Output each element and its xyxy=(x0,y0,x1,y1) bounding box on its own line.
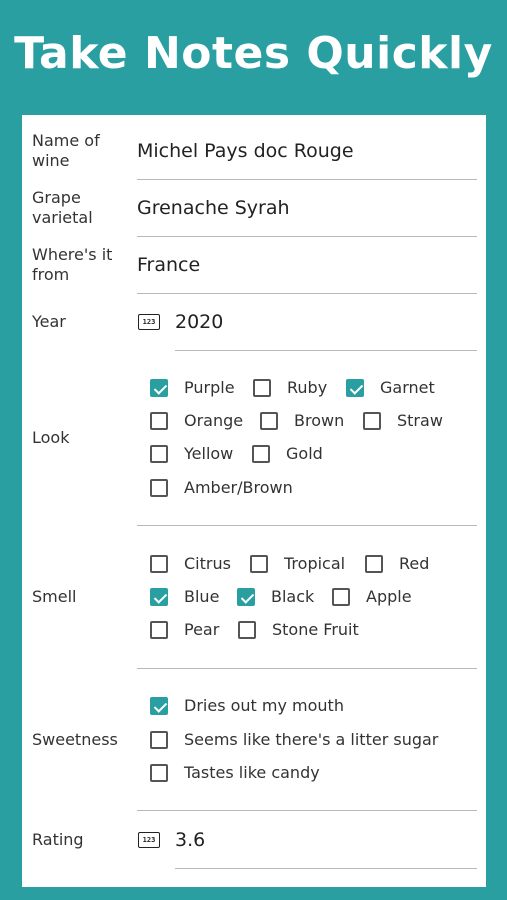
look-divider xyxy=(137,525,477,526)
sweetness-dries-checkbox[interactable] xyxy=(150,697,168,715)
smell-tropical-label: Tropical xyxy=(284,554,346,573)
year-underline xyxy=(175,350,477,351)
look-straw-checkbox[interactable] xyxy=(363,412,381,430)
look-ruby-checkbox[interactable] xyxy=(253,379,271,397)
look-purple-label: Purple xyxy=(184,378,235,397)
smell-red-label: Red xyxy=(399,554,430,573)
sweetness-sugar-label: Seems like there's a litter sugar xyxy=(184,730,439,749)
rating-underline xyxy=(175,868,477,869)
look-gold-checkbox[interactable] xyxy=(252,445,270,463)
look-ruby-label: Ruby xyxy=(287,378,328,397)
origin-underline xyxy=(137,293,477,294)
sweetness-sugar-checkbox[interactable] xyxy=(150,731,168,749)
origin-label: Where's it from xyxy=(32,245,113,284)
smell-pear-checkbox[interactable] xyxy=(150,621,168,639)
smell-red-checkbox[interactable] xyxy=(365,555,383,573)
look-orange-label: Orange xyxy=(184,411,244,430)
look-yellow-checkbox[interactable] xyxy=(150,445,168,463)
sweetness-divider xyxy=(137,810,477,811)
look-amber-brown-label: Amber/Brown xyxy=(184,478,293,497)
rating-input[interactable]: 3.6 xyxy=(175,829,205,851)
smell-stone-fruit-checkbox[interactable] xyxy=(238,621,256,639)
origin-input[interactable]: France xyxy=(137,254,200,276)
grape-input[interactable]: Grenache Syrah xyxy=(137,197,290,219)
look-orange-checkbox[interactable] xyxy=(150,412,168,430)
year-input[interactable]: 2020 xyxy=(175,311,223,333)
sweetness-label: Sweetness xyxy=(32,730,118,749)
smell-blue-label: Blue xyxy=(184,587,220,606)
smell-apple-label: Apple xyxy=(366,587,412,606)
look-brown-checkbox[interactable] xyxy=(260,412,278,430)
wine-notes-form: Name of wine Michel Pays doc Rouge Grape… xyxy=(22,115,486,887)
name-label: Name of wine xyxy=(32,131,100,170)
look-purple-checkbox[interactable] xyxy=(150,379,168,397)
name-input[interactable]: Michel Pays doc Rouge xyxy=(137,140,354,162)
look-garnet-label: Garnet xyxy=(380,378,435,397)
smell-blue-checkbox[interactable] xyxy=(150,588,168,606)
smell-black-checkbox[interactable] xyxy=(237,588,255,606)
grape-underline xyxy=(137,236,477,237)
smell-black-label: Black xyxy=(271,587,315,606)
smell-apple-checkbox[interactable] xyxy=(332,588,350,606)
sweetness-candy-label: Tastes like candy xyxy=(184,763,320,782)
look-brown-label: Brown xyxy=(294,411,345,430)
sweetness-dries-label: Dries out my mouth xyxy=(184,696,344,715)
smell-citrus-label: Citrus xyxy=(184,554,231,573)
numeric-keypad-icon: 123 xyxy=(138,314,160,330)
smell-citrus-checkbox[interactable] xyxy=(150,555,168,573)
headline: Take Notes Quickly xyxy=(14,28,493,79)
smell-divider xyxy=(137,668,477,669)
sweetness-candy-checkbox[interactable] xyxy=(150,764,168,782)
smell-tropical-checkbox[interactable] xyxy=(250,555,268,573)
look-yellow-label: Yellow xyxy=(184,444,234,463)
look-garnet-checkbox[interactable] xyxy=(346,379,364,397)
look-amber-brown-checkbox[interactable] xyxy=(150,479,168,497)
grape-label: Grape varietal xyxy=(32,188,93,227)
look-label: Look xyxy=(32,428,70,447)
year-label: Year xyxy=(32,312,66,331)
name-underline xyxy=(137,179,477,180)
smell-stone-fruit-label: Stone Fruit xyxy=(272,620,359,639)
smell-label: Smell xyxy=(32,587,77,606)
numeric-keypad-icon: 123 xyxy=(138,832,160,848)
rating-label: Rating xyxy=(32,830,84,849)
smell-pear-label: Pear xyxy=(184,620,220,639)
look-straw-label: Straw xyxy=(397,411,443,430)
look-gold-label: Gold xyxy=(286,444,323,463)
